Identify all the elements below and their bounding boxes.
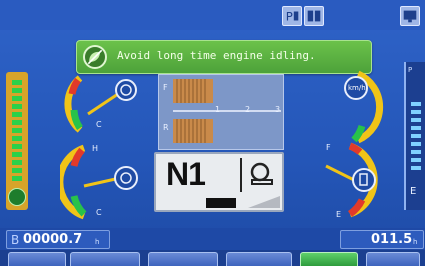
top-status-bar: P <box>0 0 425 30</box>
coolant-high-label: H <box>92 144 99 153</box>
leaf-no-idle-icon <box>83 45 107 69</box>
speed-unit-label: km/h <box>348 84 366 92</box>
function-button-4[interactable] <box>226 252 292 266</box>
function-button-3[interactable] <box>148 252 218 266</box>
forward-label: F <box>163 83 168 92</box>
reverse-label: R <box>163 123 169 132</box>
function-button-5[interactable] <box>300 252 358 266</box>
throttle-step-icon <box>178 198 236 208</box>
hour-meter: B 00000.7 h <box>6 230 110 249</box>
display-mode-icon <box>304 6 324 26</box>
coolant-low-label: C <box>96 208 102 217</box>
shift-position-panel: F R 1 2 3 <box>158 74 284 150</box>
function-button-2[interactable] <box>70 252 140 266</box>
upper-left-gauge <box>60 70 140 140</box>
engine-icon <box>248 160 276 188</box>
trip-meter: 011.5 h <box>340 230 424 249</box>
fuel-empty-label: E <box>336 210 342 219</box>
right-meter-empty-label: E <box>410 186 417 197</box>
function-button-6[interactable] <box>366 252 420 266</box>
gear-indicator: N1 <box>154 152 284 212</box>
speed-step-3: 3 <box>275 105 281 114</box>
message-text: Avoid long time engine idling. <box>117 49 316 62</box>
machine-monitor-screen: P Avoid long time engine idling. P E C H… <box>0 0 425 266</box>
hour-meter-value: 00000.7 <box>23 232 83 247</box>
function-button-1[interactable] <box>8 252 66 266</box>
coolant-temp-gauge <box>60 142 150 222</box>
speedometer-gauge <box>298 66 388 146</box>
svg-text:P: P <box>286 10 293 24</box>
hour-meter-unit: h <box>95 238 100 246</box>
hour-meter-prefix: B <box>11 233 20 247</box>
right-meter-label: P <box>408 66 413 74</box>
eco-leaf-icon <box>8 188 26 206</box>
trip-meter-unit: h <box>413 238 418 246</box>
gear-divider <box>240 158 242 192</box>
speed-step-1: 1 <box>215 105 221 114</box>
upper-left-gauge-c: C <box>96 120 102 129</box>
screen-setting-icon <box>400 6 420 26</box>
speed-step-2: 2 <box>245 105 251 114</box>
gear-label: N1 <box>166 156 206 192</box>
incline-icon <box>248 196 280 208</box>
fuel-full-label: F <box>326 143 331 152</box>
trip-meter-value: 011.5 <box>371 232 413 247</box>
fuel-gauge <box>298 140 388 220</box>
parking-brake-icon: P <box>282 6 302 26</box>
